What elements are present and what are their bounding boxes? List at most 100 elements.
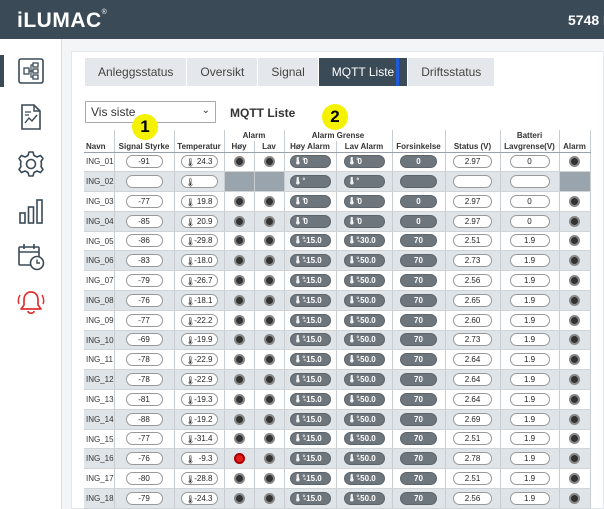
battery-low-limit-input[interactable]: 1.9 — [509, 372, 550, 386]
low-alarm-limit-input[interactable]: 🌡° -30.0 — [343, 234, 385, 248]
delay-input[interactable]: 70 — [400, 333, 437, 347]
sidebar-item-settings[interactable] — [0, 144, 62, 184]
device-name[interactable]: ING_12 — [84, 369, 115, 391]
tab-signal[interactable]: Signal — [258, 58, 319, 86]
low-alarm-limit-input[interactable]: 🌡° -50.0 — [343, 392, 385, 406]
sidebar-item-dashboard[interactable] — [0, 51, 62, 91]
device-name[interactable]: ING_06 — [84, 250, 115, 272]
high-alarm-limit-input[interactable]: 🌡° 0 — [289, 155, 331, 169]
battery-low-limit-input[interactable]: 1.9 — [509, 293, 550, 307]
device-name[interactable]: ING_14 — [84, 409, 115, 430]
sidebar-item-alarms[interactable] — [0, 283, 62, 323]
device-name[interactable]: ING_15 — [84, 429, 115, 450]
col-header-alarm-status[interactable]: Alarm — [559, 141, 591, 153]
delay-input[interactable]: 70 — [400, 313, 437, 327]
delay-input[interactable] — [400, 174, 437, 188]
col-header-lav-alarm[interactable]: Lav Alarm — [336, 141, 393, 153]
device-name[interactable]: ING_08 — [84, 290, 115, 311]
battery-low-limit-input[interactable]: 1.9 — [509, 471, 550, 485]
high-alarm-limit-input[interactable]: 🌡° -15.0 — [289, 333, 331, 347]
delay-input[interactable]: 70 — [400, 372, 437, 386]
device-name[interactable]: ING_07 — [84, 270, 115, 292]
device-name[interactable]: ING_05 — [84, 231, 115, 252]
low-alarm-limit-input[interactable]: 🌡° 0 — [343, 155, 385, 169]
sidebar-item-report[interactable] — [0, 97, 62, 137]
battery-low-limit-input[interactable]: 1.9 — [509, 491, 550, 505]
col-header-forsinkelse[interactable]: Forsinkelse — [392, 141, 446, 153]
sidebar-item-schedule[interactable] — [0, 237, 62, 277]
low-alarm-limit-input[interactable]: 🌡° 0 — [343, 214, 385, 228]
col-header-temp[interactable]: Temperatur — [174, 141, 225, 153]
delay-input[interactable]: 70 — [400, 254, 437, 268]
col-header-hoy[interactable]: Høy — [224, 141, 255, 153]
high-alarm-limit-input[interactable]: 🌡° -15.0 — [289, 353, 331, 367]
battery-low-limit-input[interactable]: 1.9 — [509, 333, 550, 347]
battery-low-limit-input[interactable]: 1.9 — [509, 452, 550, 466]
battery-low-limit-input[interactable]: 1.9 — [509, 313, 550, 327]
delay-input[interactable]: 70 — [400, 452, 437, 466]
low-alarm-limit-input[interactable]: 🌡° -50.0 — [343, 372, 385, 386]
device-name[interactable]: ING_09 — [84, 310, 115, 331]
battery-low-limit-input[interactable] — [509, 174, 550, 188]
battery-low-limit-input[interactable]: 0 — [509, 155, 550, 169]
col-header-status[interactable]: Status (V) — [445, 141, 501, 153]
delay-input[interactable]: 70 — [400, 234, 437, 248]
high-alarm-limit-input[interactable]: 🌡° -15.0 — [289, 234, 331, 248]
battery-low-limit-input[interactable]: 0 — [509, 194, 550, 208]
device-name[interactable]: ING_11 — [84, 349, 115, 371]
battery-low-limit-input[interactable]: 1.9 — [509, 353, 550, 367]
high-alarm-limit-input[interactable]: 🌡° -15.0 — [289, 254, 331, 268]
delay-input[interactable]: 0 — [400, 214, 437, 228]
high-alarm-limit-input[interactable]: 🌡° 0 — [289, 214, 331, 228]
device-name[interactable]: ING_01 — [84, 152, 115, 173]
col-header-navn[interactable]: Navn — [84, 141, 115, 153]
low-alarm-limit-input[interactable]: 🌡° -50.0 — [343, 471, 385, 485]
delay-input[interactable]: 70 — [400, 471, 437, 485]
low-alarm-limit-input[interactable]: 🌡° 0 — [343, 194, 385, 208]
device-name[interactable]: ING_10 — [84, 330, 115, 351]
low-alarm-limit-input[interactable]: 🌡° -50.0 — [343, 313, 385, 327]
battery-low-limit-input[interactable]: 1.9 — [509, 392, 550, 406]
battery-low-limit-input[interactable]: 1.9 — [509, 412, 550, 426]
battery-low-limit-input[interactable]: 1.9 — [509, 254, 550, 268]
delay-input[interactable]: 0 — [400, 194, 437, 208]
device-name[interactable]: ING_18 — [84, 488, 115, 509]
battery-low-limit-input[interactable]: 0 — [509, 214, 550, 228]
low-alarm-limit-input[interactable]: 🌡° -50.0 — [343, 412, 385, 426]
col-header-signal[interactable]: Signal Styrke — [114, 141, 175, 153]
delay-input[interactable]: 70 — [400, 293, 437, 307]
device-name[interactable]: ING_17 — [84, 468, 115, 490]
logo[interactable]: iLUMAC® — [17, 9, 107, 33]
delay-input[interactable]: 70 — [400, 392, 437, 406]
high-alarm-limit-input[interactable]: 🌡° -15.0 — [289, 471, 331, 485]
low-alarm-limit-input[interactable]: 🌡° -50.0 — [343, 491, 385, 505]
tab-driftsstatus[interactable]: Driftsstatus — [408, 58, 496, 86]
high-alarm-limit-input[interactable]: 🌡° -15.0 — [289, 392, 331, 406]
low-alarm-limit-input[interactable]: 🌡° -50.0 — [343, 254, 385, 268]
device-name[interactable]: ING_04 — [84, 211, 115, 232]
low-alarm-limit-input[interactable]: 🌡° -50.0 — [343, 293, 385, 307]
tab-anleggsstatus[interactable]: Anleggsstatus — [85, 58, 188, 86]
high-alarm-limit-input[interactable]: 🌡° -15.0 — [289, 412, 331, 426]
device-name[interactable]: ING_03 — [84, 191, 115, 212]
device-name[interactable]: ING_13 — [84, 389, 115, 410]
col-header-hoy-alarm[interactable]: Høy Alarm — [284, 141, 337, 153]
low-alarm-limit-input[interactable]: 🌡° — [343, 174, 385, 188]
col-header-lavgrense[interactable]: Lavgrense(V) — [500, 141, 560, 153]
delay-input[interactable]: 70 — [400, 412, 437, 426]
high-alarm-limit-input[interactable]: 🌡° -15.0 — [289, 372, 331, 386]
device-name[interactable]: ING_16 — [84, 448, 115, 470]
delay-input[interactable]: 70 — [400, 491, 437, 505]
battery-low-limit-input[interactable]: 1.9 — [509, 234, 550, 248]
high-alarm-limit-input[interactable]: 🌡° -15.0 — [289, 273, 331, 287]
low-alarm-limit-input[interactable]: 🌡° -50.0 — [343, 333, 385, 347]
low-alarm-limit-input[interactable]: 🌡° -50.0 — [343, 353, 385, 367]
high-alarm-limit-input[interactable]: 🌡° — [289, 174, 331, 188]
low-alarm-limit-input[interactable]: 🌡° -50.0 — [343, 452, 385, 466]
high-alarm-limit-input[interactable]: 🌡° -15.0 — [289, 293, 331, 307]
low-alarm-limit-input[interactable]: 🌡° -50.0 — [343, 432, 385, 446]
col-header-lav[interactable]: Lav — [254, 141, 285, 153]
tab-oversikt[interactable]: Oversikt — [187, 58, 259, 86]
battery-low-limit-input[interactable]: 1.9 — [509, 273, 550, 287]
high-alarm-limit-input[interactable]: 🌡° -15.0 — [289, 452, 331, 466]
